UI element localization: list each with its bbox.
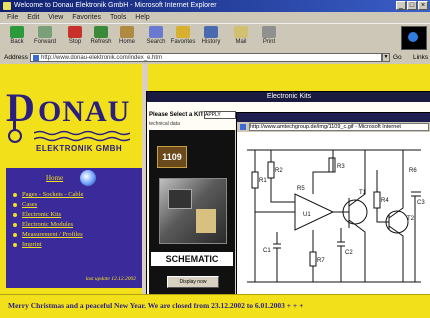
address-label: Address bbox=[4, 54, 28, 61]
left-frame: D ONAU ELEKTRONIK GMBH Home Pages - Sock… bbox=[0, 64, 148, 294]
ie-icon bbox=[3, 2, 11, 10]
schematic-label-r7: R7 bbox=[317, 258, 325, 264]
mail-icon bbox=[234, 26, 248, 38]
web-page: D ONAU ELEKTRONIK GMBH Home Pages - Sock… bbox=[0, 64, 430, 318]
kit-select-dropdown[interactable]: APPLY bbox=[204, 111, 236, 119]
schematic-label[interactable]: SCHEMATIC bbox=[151, 252, 233, 266]
menu-favorites[interactable]: Favorites bbox=[72, 14, 101, 21]
nav-item-measurement-profiles[interactable]: Measurement / Profiles bbox=[12, 230, 83, 240]
go-button[interactable]: Go bbox=[393, 53, 402, 62]
print-button[interactable]: Print bbox=[256, 26, 282, 50]
news-ticker-text: Merry Christmas and a peaceful New Year.… bbox=[8, 301, 304, 310]
schematic-label-u1: U1 bbox=[303, 212, 311, 218]
window-controls: _ □ × bbox=[396, 1, 428, 10]
print-icon bbox=[262, 26, 276, 38]
back-button[interactable]: Back bbox=[4, 26, 30, 50]
browser-throbber bbox=[401, 26, 427, 50]
kit-select-label: Please Select a KIT by bbox=[149, 112, 213, 118]
maximize-button[interactable]: □ bbox=[407, 1, 417, 10]
home-icon bbox=[120, 26, 134, 38]
schematic-label-r5: R5 bbox=[297, 186, 305, 192]
forward-button[interactable]: Forward bbox=[32, 26, 58, 50]
logo-initial: D bbox=[6, 85, 35, 130]
stop-icon bbox=[68, 26, 82, 38]
kit-photo bbox=[159, 178, 227, 244]
history-icon bbox=[204, 26, 218, 38]
address-bar: Address http://www.donau-elektronik.com/… bbox=[0, 51, 430, 64]
page-icon bbox=[240, 124, 246, 130]
menu-tools[interactable]: Tools bbox=[110, 14, 126, 21]
nav-list: Pages - Sockets - Cable Cases Electronic… bbox=[12, 190, 83, 250]
kit-sub-label: technical data bbox=[149, 121, 180, 127]
forward-arrow-icon bbox=[38, 26, 52, 38]
favorites-button[interactable]: Favorites bbox=[170, 26, 196, 50]
schematic-window-title-bar bbox=[237, 113, 430, 122]
kit-preview: 1109 SCHEMATIC Display now bbox=[149, 130, 235, 300]
logo-waves-icon bbox=[34, 130, 130, 142]
browser-title-bar: Welcome to Donau Elektronik GmbH - Micro… bbox=[0, 0, 430, 12]
menu-file[interactable]: File bbox=[7, 14, 18, 21]
close-button[interactable]: × bbox=[418, 1, 428, 10]
schematic-label-r1: R1 bbox=[259, 178, 267, 184]
history-button[interactable]: History bbox=[198, 26, 224, 50]
globe-icon bbox=[80, 170, 96, 186]
schematic-label-r4: R4 bbox=[381, 198, 389, 204]
stop-button[interactable]: Stop bbox=[62, 26, 88, 50]
menu-edit[interactable]: Edit bbox=[27, 14, 39, 21]
logo-subtitle: ELEKTRONIK GMBH bbox=[36, 144, 123, 153]
nav-item-electronic-modules[interactable]: Electronic Modules bbox=[12, 220, 83, 230]
nav-item-imprint[interactable]: Imprint bbox=[12, 240, 83, 250]
logo-ring bbox=[8, 129, 22, 143]
back-arrow-icon bbox=[10, 26, 24, 38]
schematic-window: http://www.amtechgroup.de/img/1109_c.gif… bbox=[236, 112, 430, 296]
last-update-text: last update 12.12.2002 bbox=[85, 276, 136, 282]
schematic-label-c3: C3 bbox=[417, 200, 425, 206]
schematic-label-t2: T2 bbox=[407, 216, 415, 222]
window-title: Welcome to Donau Elektronik GmbH - Micro… bbox=[14, 2, 217, 9]
refresh-button[interactable]: Refresh bbox=[88, 26, 114, 50]
menu-help[interactable]: Help bbox=[135, 14, 149, 21]
logo-text: ONAU bbox=[38, 95, 131, 128]
nav-item-pages-sockets-cable[interactable]: Pages - Sockets - Cable bbox=[12, 190, 83, 200]
schematic-label-c1: C1 bbox=[263, 248, 271, 254]
home-button[interactable]: Home bbox=[114, 26, 140, 50]
mail-button[interactable]: Mail bbox=[228, 26, 254, 50]
toolbar: Back Forward Stop Refresh Home Search Fa… bbox=[0, 23, 430, 52]
display-kit-button[interactable]: Display now bbox=[167, 276, 219, 288]
circuit-schematic: R1 R2 R3 R4 R5 R6 R7 C1 C2 C3 U1 T1 T2 bbox=[237, 132, 430, 295]
links-button[interactable]: Links bbox=[413, 53, 428, 62]
schematic-label-r2: R2 bbox=[275, 168, 283, 174]
nav-home-link[interactable]: Home bbox=[46, 174, 63, 182]
favorites-icon bbox=[176, 26, 190, 38]
navigation-panel: Home Pages - Sockets - Cable Cases Elect… bbox=[6, 168, 142, 288]
schematic-label-t1: T1 bbox=[359, 190, 367, 196]
schematic-label-r3: R3 bbox=[337, 164, 345, 170]
schematic-address-bar: http://www.amtechgroup.de/img/1109_c.gif… bbox=[237, 122, 430, 132]
electronic-kits-title: Electronic Kits bbox=[147, 92, 430, 102]
search-button[interactable]: Search bbox=[143, 26, 169, 50]
screen: Welcome to Donau Elektronik GmbH - Micro… bbox=[0, 0, 430, 318]
nav-item-electronic-kits[interactable]: Electronic Kits bbox=[12, 210, 83, 220]
kit-number-badge: 1109 bbox=[157, 146, 187, 168]
nav-item-cases[interactable]: Cases bbox=[12, 200, 83, 210]
schematic-url[interactable]: http://www.amtechgroup.de/img/1109_c.gif… bbox=[249, 123, 429, 131]
schematic-label-r6: R6 bbox=[409, 168, 417, 174]
address-input[interactable]: http://www.donau-elektronik.com/index_e.… bbox=[30, 53, 382, 62]
search-icon bbox=[149, 26, 163, 38]
menu-view[interactable]: View bbox=[48, 14, 63, 21]
address-dropdown-button[interactable]: ▼ bbox=[382, 53, 390, 62]
schematic-label-c2: C2 bbox=[345, 250, 353, 256]
minimize-button[interactable]: _ bbox=[396, 1, 406, 10]
news-ticker: Merry Christmas and a peaceful New Year.… bbox=[0, 294, 430, 318]
menu-bar: File Edit View Favorites Tools Help bbox=[0, 12, 430, 23]
refresh-icon bbox=[94, 26, 108, 38]
